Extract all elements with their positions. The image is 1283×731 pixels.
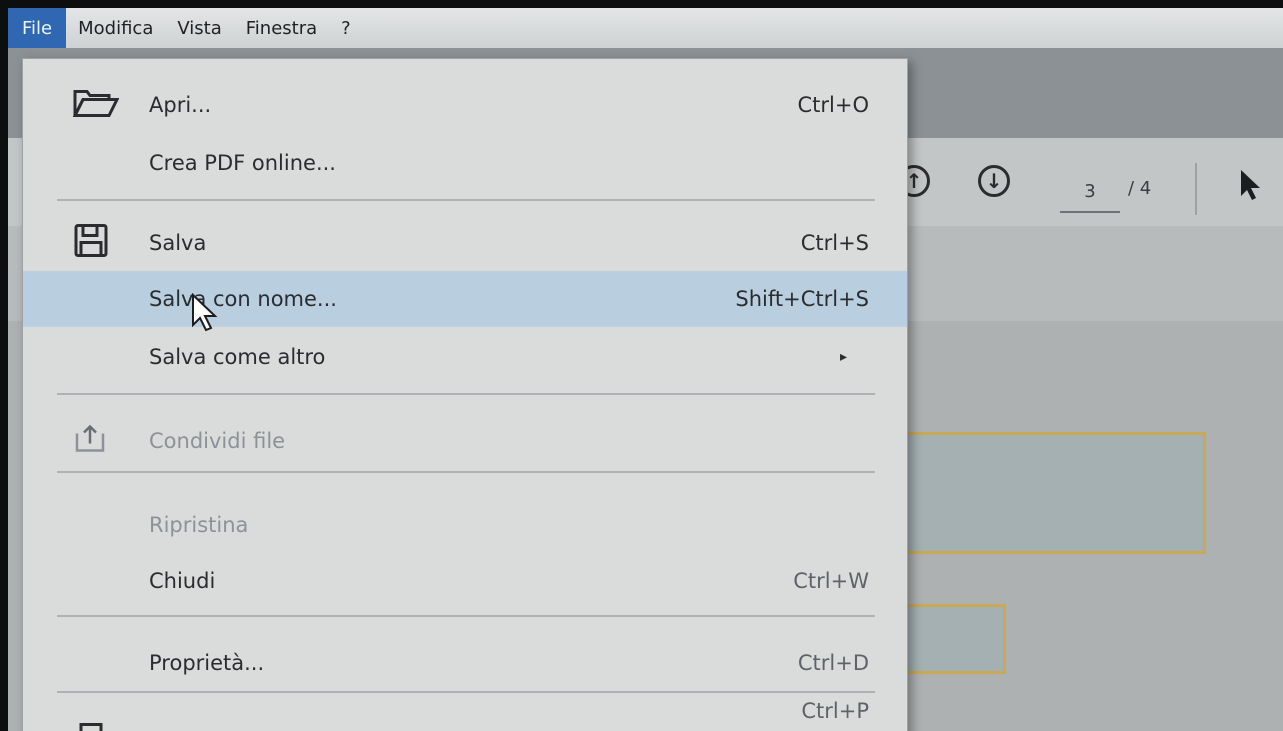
select-tool-icon[interactable]: [1238, 168, 1264, 206]
menu-divider: [57, 615, 875, 617]
menu-item-save[interactable]: Salva Ctrl+S: [23, 217, 907, 269]
menu-item-open[interactable]: Apri... Ctrl+O: [23, 79, 907, 131]
menu-item-close[interactable]: Chiudi Ctrl+W: [23, 555, 907, 607]
menu-item-label: Ripristina: [149, 513, 249, 537]
mouse-pointer-icon: [191, 292, 221, 337]
menu-item-label: Salva: [149, 231, 207, 255]
folder-open-icon: [72, 88, 120, 123]
shortcut-label: Shift+Ctrl+S: [735, 287, 869, 311]
menu-item-save-as[interactable]: Salva con nome... Shift+Ctrl+S: [23, 271, 907, 327]
screen: File Modifica Vista Finestra ? ↑ ↓ 3 / 4…: [8, 8, 1283, 731]
shortcut-label: Ctrl+O: [797, 93, 870, 117]
menu-item-label: Salva con nome...: [149, 287, 337, 311]
toolbar-divider: [1195, 163, 1197, 215]
printer-icon: [73, 723, 109, 731]
arrow-down-circle-icon[interactable]: ↓: [978, 165, 1010, 197]
menu-divider: [57, 199, 875, 201]
menu-help[interactable]: ?: [329, 8, 363, 48]
menu-item-label: Salva come altro: [149, 345, 326, 369]
menu-item-share[interactable]: Condividi file: [23, 415, 907, 467]
menu-item-label: Crea PDF online...: [149, 151, 336, 175]
page-number-input[interactable]: 3: [1060, 171, 1120, 213]
menu-item-label: Chiudi: [149, 569, 216, 593]
menu-item-properties[interactable]: Proprietà... Ctrl+D: [23, 637, 907, 689]
menu-divider: [57, 691, 875, 693]
menu-item-label: Proprietà...: [149, 651, 265, 675]
menu-finestra[interactable]: Finestra: [234, 8, 329, 48]
shortcut-label: Ctrl+W: [793, 569, 869, 593]
form-field-box[interactable]: [888, 432, 1206, 554]
menu-divider: [57, 471, 875, 473]
menu-item-print[interactable]: Ctrl+P: [23, 699, 907, 731]
menu-divider: [57, 393, 875, 395]
submenu-arrow-icon: ▸: [839, 349, 847, 365]
shortcut-label: Ctrl+D: [797, 651, 869, 675]
menu-item-save-other[interactable]: Salva come altro ▸: [23, 331, 907, 383]
menu-item-revert[interactable]: Ripristina: [23, 499, 907, 551]
file-menu-dropdown: Apri... Ctrl+O Crea PDF online... Salva …: [22, 58, 908, 731]
menu-bar: File Modifica Vista Finestra ?: [8, 8, 1283, 48]
menu-modifica[interactable]: Modifica: [66, 8, 165, 48]
shortcut-label: Ctrl+S: [800, 231, 869, 255]
menu-item-label: Apri...: [149, 93, 212, 117]
menu-item-label: Condividi file: [149, 429, 286, 453]
share-upload-icon: [73, 424, 107, 459]
menu-file[interactable]: File: [8, 8, 67, 48]
menu-item-create-pdf[interactable]: Crea PDF online...: [23, 137, 907, 189]
menu-vista[interactable]: Vista: [165, 8, 233, 48]
page-total: / 4: [1128, 178, 1152, 199]
floppy-disk-icon: [73, 223, 109, 264]
shortcut-label: Ctrl+P: [801, 699, 869, 723]
